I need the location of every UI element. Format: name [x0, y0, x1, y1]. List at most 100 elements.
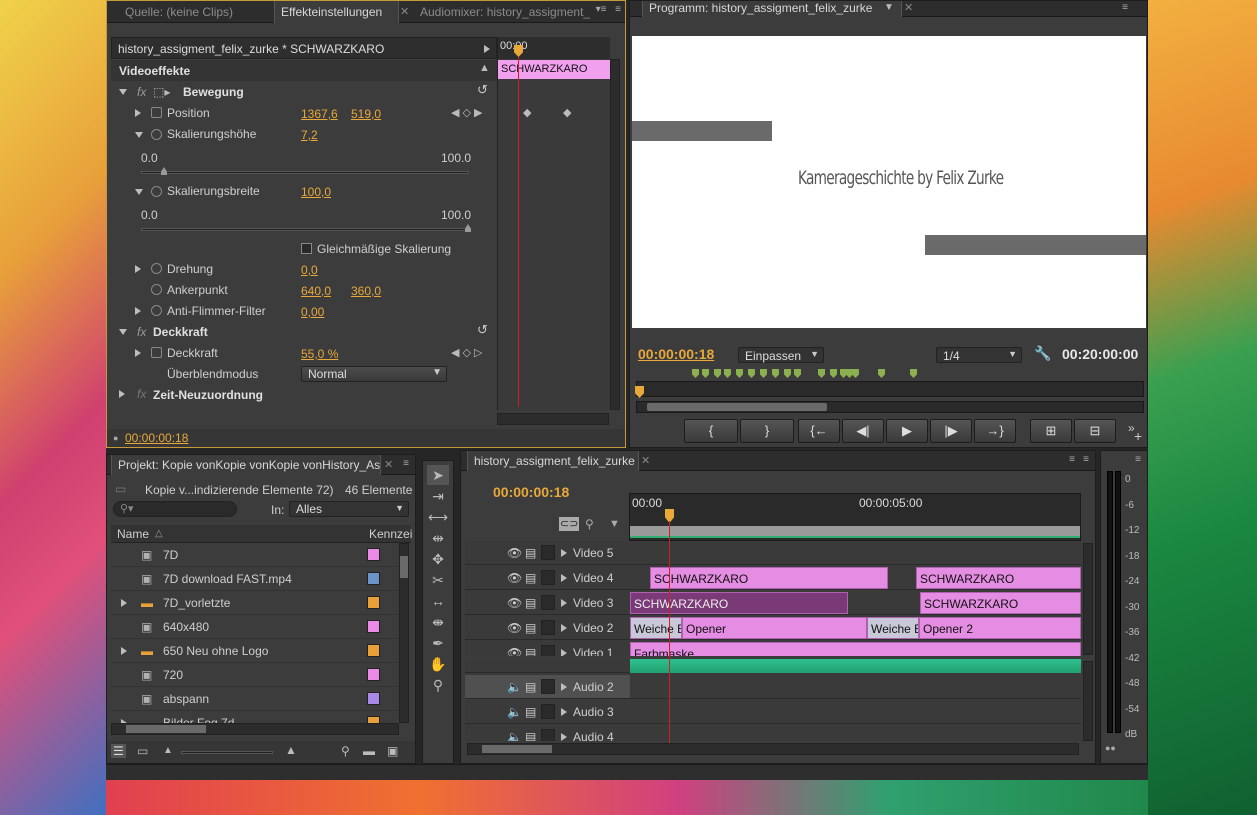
program-ruler[interactable]: [636, 381, 1144, 397]
eye-icon[interactable]: 👁: [507, 546, 522, 560]
tab-audio-mixer[interactable]: Audiomixer: history_assigment_: [414, 1, 592, 23]
ripple-edit-tool-icon[interactable]: ⟷: [427, 507, 449, 527]
drehung-stopwatch-icon[interactable]: [151, 263, 162, 274]
solo-buttons-icon[interactable]: ●●: [1105, 741, 1116, 755]
pen-tool-icon[interactable]: ✒: [427, 633, 449, 653]
flimmer-value[interactable]: 0,00: [301, 305, 324, 319]
timeline-clip[interactable]: SCHWARZKARO: [916, 567, 1081, 589]
snap-icon[interactable]: ⊂⊃: [559, 517, 580, 531]
track-lock-icon[interactable]: [541, 595, 555, 610]
label-color-swatch[interactable]: [367, 692, 380, 705]
program-zoom-thumb[interactable]: [647, 403, 827, 411]
track-expand-icon[interactable]: [561, 574, 567, 582]
skal-hoehe-slider-thumb[interactable]: [161, 167, 167, 175]
keyframe-diamond-icon[interactable]: ◆: [523, 106, 531, 120]
effect-timecode[interactable]: 00:00:00:18: [125, 431, 188, 445]
sequence-marker-icon[interactable]: [748, 369, 755, 378]
collapse-icon[interactable]: ▲: [479, 62, 490, 74]
skal-hoehe-slider[interactable]: [141, 171, 469, 174]
add-button-icon[interactable]: +: [1134, 429, 1142, 443]
track-expand-icon[interactable]: [561, 649, 567, 656]
sequence-marker-icon[interactable]: [910, 369, 917, 378]
in-select[interactable]: Alles ▼: [289, 501, 409, 517]
panel-options-icon[interactable]: ≡: [1079, 455, 1093, 465]
skal-breite-toggle-icon[interactable]: [135, 189, 143, 195]
deckkraft-toggle-icon[interactable]: [135, 349, 141, 357]
close-icon[interactable]: ✕: [384, 458, 393, 471]
track-lane[interactable]: [630, 675, 1081, 699]
position-x-value[interactable]: 1367,6: [301, 107, 338, 121]
track-lane[interactable]: [630, 725, 1081, 741]
program-video-frame[interactable]: Kamerageschichte by Felix Zurke: [632, 36, 1146, 328]
panel-menu-icon[interactable]: ≡: [399, 459, 413, 469]
skal-hoehe-value[interactable]: 7,2: [301, 128, 318, 142]
project-v-scrollbar[interactable]: [399, 543, 409, 723]
list-item[interactable]: ▬ Bilder Fog 7d: [111, 711, 407, 723]
wrench-icon[interactable]: 🔧: [1034, 346, 1051, 360]
folder-expand-icon[interactable]: [121, 599, 127, 607]
track-lock-icon[interactable]: [541, 620, 555, 635]
speaker-icon[interactable]: 🔈: [507, 680, 522, 694]
effect-mini-timeline[interactable]: 00:00 SCHWARZKARO ◆ ◆: [497, 37, 610, 410]
hand-tool-icon[interactable]: ✋: [427, 654, 449, 674]
track-header[interactable]: 👁 ▤ Video 2: [465, 616, 630, 640]
mini-h-scrollbar[interactable]: [497, 413, 609, 425]
icon-view-icon[interactable]: ▭: [137, 744, 148, 758]
program-timecode[interactable]: 00:00:00:18: [638, 347, 714, 361]
audio-waveform-clip[interactable]: [630, 659, 1081, 673]
tab-timeline[interactable]: history_assigment_felix_zurke: [467, 451, 639, 471]
timeline-h-thumb[interactable]: [482, 745, 552, 753]
track-lock-icon[interactable]: [541, 545, 555, 560]
eye-icon[interactable]: 👁: [507, 596, 522, 610]
deckkraft-group-toggle-icon[interactable]: [119, 329, 127, 335]
panel-menu-icon[interactable]: ≡: [1131, 455, 1145, 465]
timeline-clip[interactable]: SCHWARZKARO: [630, 592, 848, 614]
rolling-edit-tool-icon[interactable]: ⇹: [427, 528, 449, 548]
tab-project[interactable]: Projekt: Kopie vonKopie vonKopie vonHist…: [111, 455, 381, 475]
zoom-tool-icon[interactable]: ⚲: [427, 675, 449, 695]
go-to-out-button[interactable]: →}: [974, 419, 1016, 443]
track-expand-icon[interactable]: [561, 624, 567, 632]
blend-mode-select[interactable]: Normal ▼: [301, 366, 447, 382]
drehung-value[interactable]: 0,0: [301, 263, 318, 277]
bewegung-toggle-icon[interactable]: [119, 89, 127, 95]
sync-lock-icon[interactable]: ▤: [525, 571, 536, 585]
flimmer-stopwatch-icon[interactable]: [151, 305, 162, 316]
marker-icon[interactable]: ▼: [609, 517, 620, 531]
sync-lock-icon[interactable]: ▤: [525, 621, 536, 635]
work-area-bar[interactable]: [630, 526, 1080, 538]
track-expand-icon[interactable]: [561, 599, 567, 607]
panel-options-icon[interactable]: ≡: [611, 5, 625, 15]
audio1-header[interactable]: [465, 659, 630, 673]
close-icon[interactable]: ✕: [400, 5, 409, 18]
zoom-in-icon[interactable]: ▲: [285, 743, 297, 757]
list-item[interactable]: ▣ abspann: [111, 687, 407, 711]
chevron-down-icon[interactable]: ▼: [884, 2, 894, 13]
track-select-tool-icon[interactable]: ⇥: [427, 486, 449, 506]
project-h-scrollbar[interactable]: [111, 723, 399, 735]
deckkraft-stopwatch-icon[interactable]: [151, 347, 162, 358]
zoom-slider[interactable]: [181, 751, 273, 754]
new-item-icon[interactable]: ▣: [387, 744, 398, 758]
zeit-toggle-icon[interactable]: [119, 390, 125, 398]
track-lock-icon[interactable]: [541, 729, 555, 741]
label-color-swatch[interactable]: [367, 596, 380, 609]
timeline-h-scrollbar[interactable]: [467, 743, 1079, 755]
timeline-clip[interactable]: Opener: [682, 617, 867, 639]
panel-menu-icon[interactable]: ≡: [1118, 3, 1132, 13]
label-color-swatch[interactable]: [367, 644, 380, 657]
eye-icon[interactable]: 👁: [507, 621, 522, 635]
tab-program[interactable]: Programm: history_assigment_felix_zurke: [642, 1, 902, 17]
uniform-scale-checkbox[interactable]: [301, 243, 312, 254]
track-expand-icon[interactable]: [561, 683, 567, 691]
timeline-clip[interactable]: Opener 2: [919, 617, 1081, 639]
project-h-scroll-thumb[interactable]: [126, 725, 206, 733]
sync-lock-icon[interactable]: ▤: [525, 730, 536, 741]
track-expand-icon[interactable]: [561, 549, 567, 557]
timeline-clip[interactable]: Weiche B: [867, 617, 919, 639]
label-color-swatch[interactable]: [367, 548, 380, 561]
fit-select[interactable]: Einpassen ▼: [738, 347, 824, 363]
track-lock-icon[interactable]: [541, 679, 555, 694]
list-item[interactable]: ▣ 7D: [111, 543, 407, 567]
skal-breite-slider-thumb[interactable]: [465, 224, 471, 232]
